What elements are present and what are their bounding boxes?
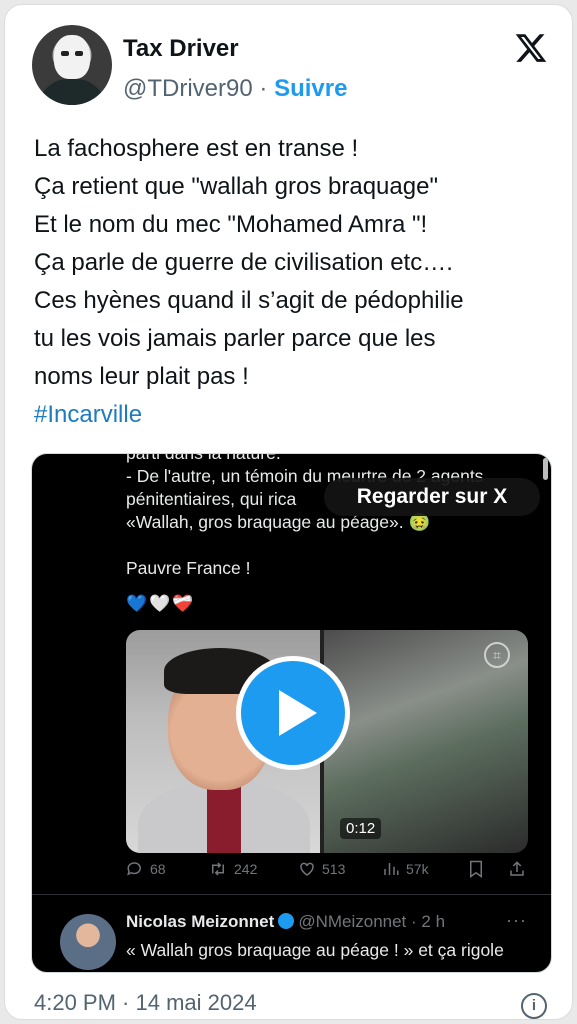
tweet-line: Ça retient que "wallah gros braquage" [34, 173, 438, 200]
reply-divider [32, 894, 551, 895]
repost-action[interactable]: 242 [208, 860, 257, 878]
verified-badge-icon [278, 913, 295, 929]
views-count: 57k [406, 861, 429, 877]
like-action[interactable]: 513 [298, 860, 345, 878]
bookmark-action[interactable] [468, 860, 484, 878]
tweet-line: noms leur plait pas ! [34, 363, 249, 390]
avatar-body-shape [38, 79, 106, 105]
reply-time: · 2 h [411, 912, 446, 931]
repost-count: 242 [234, 861, 258, 877]
heart-icon [300, 862, 314, 876]
hashtag-link[interactable]: #Incarville [34, 396, 554, 434]
share-icon [510, 861, 524, 876]
tweet-line: La fachosphere est en transe ! [34, 135, 359, 162]
tweet-timestamp[interactable]: 4:20 PM · 14 mai 2024 [34, 990, 257, 1016]
video-duration: 0:12 [340, 818, 382, 839]
reply-action[interactable]: 68 [126, 860, 166, 878]
author-avatar[interactable] [32, 25, 112, 105]
author-handle-row: @TDriver90 · Suivre [123, 75, 347, 103]
handle-separator: · [259, 75, 268, 102]
more-options-icon[interactable]: ··· [506, 910, 527, 931]
x-logo-icon[interactable] [514, 31, 548, 65]
bookmark-icon [470, 860, 482, 878]
info-icon[interactable]: i [521, 993, 547, 1019]
tweet-line: Ça parle de guerre de civilisation etc…. [34, 249, 453, 276]
play-icon [279, 690, 317, 736]
shirt-shape [138, 780, 310, 853]
watch-on-x-button[interactable]: Regarder sur X [324, 478, 540, 516]
follow-button[interactable]: Suivre [274, 75, 347, 102]
reply-author-row: Nicolas Meizonnet @NMeizonnet · 2 h [126, 912, 445, 932]
like-count: 513 [322, 861, 346, 877]
tweet-line: tu les vois jamais parler parce que les [34, 325, 436, 352]
reply-avatar[interactable] [60, 914, 116, 970]
quote-line: Pauvre France ! [126, 558, 251, 578]
video-settings-icon[interactable]: ⌗ [484, 642, 510, 668]
author-handle[interactable]: @TDriver90 [123, 75, 253, 102]
tweet-line: Ces hyènes quand il s’agit de pédophilie [34, 287, 464, 314]
reply-author-name[interactable]: Nicolas Meizonnet [126, 912, 274, 931]
quoted-actions-bar: 68 242 513 57k [126, 860, 528, 884]
reply-count: 68 [150, 861, 166, 877]
avatar-eye-right [75, 51, 83, 56]
play-button[interactable] [236, 656, 350, 770]
embedded-video[interactable]: parti dans la nature. - De l'autre, un t… [31, 453, 552, 973]
repost-icon [212, 862, 224, 876]
avatar-mask-shape [54, 35, 90, 79]
tweet-body: La fachosphere est en transe ! Ça retien… [34, 130, 554, 434]
quote-line [126, 534, 546, 557]
heart-emojis: 💙🤍❤️‍🩹 [126, 594, 196, 613]
reply-text: « Wallah gros braquage au péage ! » et ç… [126, 940, 504, 960]
reply-icon [127, 862, 141, 876]
avatar-eye-left [61, 51, 69, 56]
views-icon [384, 863, 399, 875]
reply-author-handle[interactable]: @NMeizonnet [298, 912, 406, 931]
tweet-card: Tax Driver @TDriver90 · Suivre La fachos… [4, 4, 573, 1020]
video-quote-text: parti dans la nature. - De l'autre, un t… [126, 454, 546, 580]
views-action[interactable]: 57k [382, 860, 429, 878]
tweet-line: Et le nom du mec "Mohamed Amra "! [34, 211, 428, 238]
video-scrollbar[interactable] [543, 458, 548, 480]
quote-line: parti dans la nature. [126, 453, 281, 463]
share-action[interactable] [508, 860, 526, 878]
author-name[interactable]: Tax Driver [123, 35, 239, 63]
